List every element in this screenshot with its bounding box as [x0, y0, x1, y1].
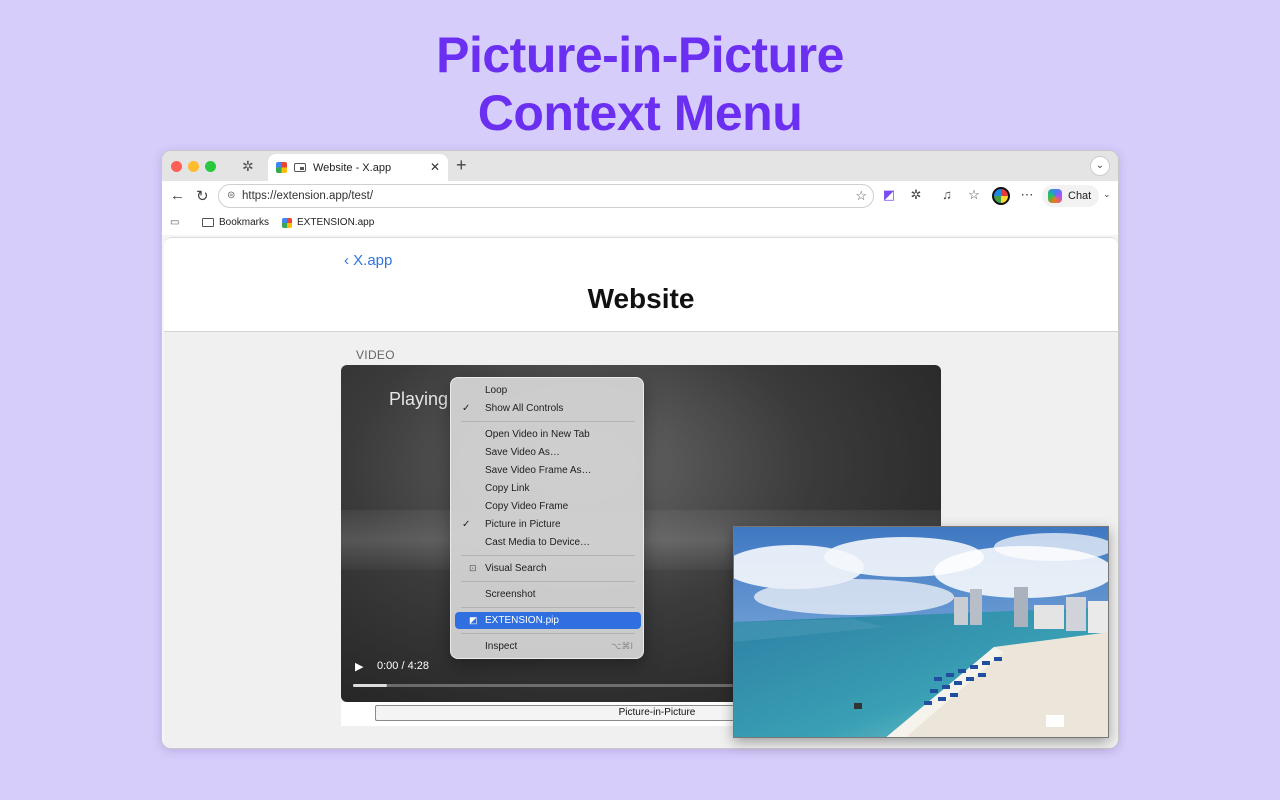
extension-pip-icon: ◩: [469, 615, 478, 625]
menu-separator: [461, 555, 635, 556]
menu-item-label: Screenshot: [485, 589, 536, 600]
menu-item-label: Show All Controls: [485, 403, 564, 414]
menu-item-label: Picture in Picture: [485, 519, 561, 530]
pip-tab-icon: [294, 163, 306, 172]
new-tab-button[interactable]: +: [456, 155, 467, 176]
tab-strip: ✲ Website - X.app ✕ + ⌄: [162, 151, 1118, 181]
video-progress[interactable]: [353, 684, 733, 687]
menu-item-screenshot[interactable]: Screenshot: [455, 586, 641, 603]
reload-icon[interactable]: ↻: [196, 187, 209, 205]
checkmark-icon: ✓: [462, 519, 471, 530]
chevron-down-icon[interactable]: ⌄: [1103, 189, 1111, 200]
extensions-toolbar-icon[interactable]: ✲: [907, 187, 925, 203]
menu-item-label: Visual Search: [485, 563, 547, 574]
tab-favicon-icon: [276, 162, 287, 173]
address-url: https://extension.app/test/: [242, 190, 374, 202]
chat-label: Chat: [1068, 190, 1092, 202]
minimize-window-button[interactable]: [188, 161, 199, 172]
hero-title-line1: Picture-in-Picture: [436, 27, 844, 83]
menu-item-save-video-as[interactable]: Save Video As…: [455, 444, 641, 461]
back-arrow-icon[interactable]: ←: [170, 187, 185, 204]
menu-item-picture-in-picture[interactable]: ✓ Picture in Picture: [455, 516, 641, 533]
hero-title-line2: Context Menu: [477, 85, 803, 141]
checkmark-icon: ✓: [462, 403, 471, 414]
section-label: VIDEO: [356, 348, 395, 362]
menu-item-label: Copy Video Frame: [485, 501, 569, 512]
menu-item-copy-video-frame[interactable]: Copy Video Frame: [455, 498, 641, 515]
copilot-icon: [1048, 189, 1062, 203]
menu-item-copy-link[interactable]: Copy Link: [455, 480, 641, 497]
menu-item-label: Save Video As…: [485, 447, 560, 458]
menu-item-label: Cast Media to Device…: [485, 537, 591, 548]
bookmarks-bar: ▭ Bookmarks EXTENSION.app: [162, 211, 1118, 235]
bookmark-favicon-icon: [282, 217, 292, 228]
tab-website[interactable]: Website - X.app ✕: [268, 154, 448, 181]
media-control-icon[interactable]: ♫: [938, 187, 956, 202]
menu-item-label: Loop: [485, 385, 508, 396]
pip-video-window[interactable]: [733, 526, 1109, 738]
menu-item-label: Save Video Frame As…: [485, 465, 592, 476]
menu-separator: [461, 633, 635, 634]
context-menu: Loop ✓ Show All Controls Open Video in Ne…: [450, 377, 644, 659]
menu-separator: [461, 421, 635, 422]
menu-item-inspect[interactable]: Inspect ⌥⌘I: [455, 638, 641, 655]
favorites-icon[interactable]: ☆: [965, 187, 983, 203]
address-bar[interactable]: ⊜ https://extension.app/test/ ☆: [218, 184, 874, 208]
bookmark-extension[interactable]: EXTENSION.app: [282, 217, 374, 228]
menu-item-show-all-controls[interactable]: ✓ Show All Controls: [455, 400, 641, 417]
menu-item-loop[interactable]: Loop: [455, 382, 641, 399]
chevron-left-icon: ‹: [344, 252, 349, 269]
close-window-button[interactable]: [171, 161, 182, 172]
bookmark-label: EXTENSION.app: [297, 217, 375, 228]
menu-item-label: Open Video in New Tab: [485, 429, 590, 440]
visual-search-icon: ⊡: [469, 563, 477, 573]
beach-scene: [734, 527, 1108, 737]
favorite-star-icon[interactable]: ☆: [855, 185, 867, 207]
site-info-icon[interactable]: ⊜: [227, 185, 235, 207]
video-caption: Playing: [389, 389, 449, 409]
zoom-window-button[interactable]: [205, 161, 216, 172]
menu-item-save-video-frame-as[interactable]: Save Video Frame As…: [455, 462, 641, 479]
page-title: Website: [587, 283, 695, 314]
folder-icon: [202, 218, 214, 227]
page-header: ‹ X.app Website: [164, 238, 1118, 332]
menu-item-label: Copy Link: [485, 483, 530, 494]
back-link[interactable]: ‹ X.app: [344, 252, 392, 269]
menu-item-open-video-new-tab[interactable]: Open Video in New Tab: [455, 426, 641, 443]
extension-pip-toolbar-icon[interactable]: ◩: [880, 187, 898, 203]
menu-item-visual-search[interactable]: ⊡ Visual Search: [455, 560, 641, 577]
video-progress-fill: [353, 684, 388, 687]
menu-item-extension-pip[interactable]: ◩ EXTENSION.pip: [455, 612, 641, 629]
chat-button[interactable]: Chat: [1042, 185, 1100, 207]
menu-separator: [461, 581, 635, 582]
close-tab-icon[interactable]: ✕: [430, 160, 440, 174]
tab-title: Website - X.app: [313, 161, 392, 174]
menu-item-label: Inspect: [485, 641, 518, 652]
bookmarks-toggle-icon[interactable]: ▭: [170, 217, 179, 228]
toolbar: ← ↻ ⊜ https://extension.app/test/ ☆ ◩ ✲ …: [162, 181, 1118, 211]
hero-title: Picture-in-Picture Context Menu: [0, 26, 1280, 142]
video-time: 0:00 / 4:28: [377, 660, 429, 672]
menu-item-cast-media[interactable]: Cast Media to Device…: [455, 534, 641, 551]
more-menu-icon[interactable]: ⋯: [1018, 187, 1036, 203]
menu-item-label: EXTENSION.pip: [485, 615, 559, 626]
menu-separator: [461, 607, 635, 608]
extensions-icon[interactable]: ✲: [242, 158, 258, 174]
menu-item-shortcut: ⌥⌘I: [611, 641, 633, 651]
play-icon[interactable]: ▶: [355, 660, 363, 673]
bookmark-label: Bookmarks: [219, 217, 270, 228]
bookmark-folder[interactable]: Bookmarks: [202, 217, 269, 228]
back-link-label: X.app: [353, 252, 393, 269]
tab-search-button[interactable]: ⌄: [1090, 156, 1110, 176]
profile-avatar[interactable]: [992, 187, 1010, 205]
